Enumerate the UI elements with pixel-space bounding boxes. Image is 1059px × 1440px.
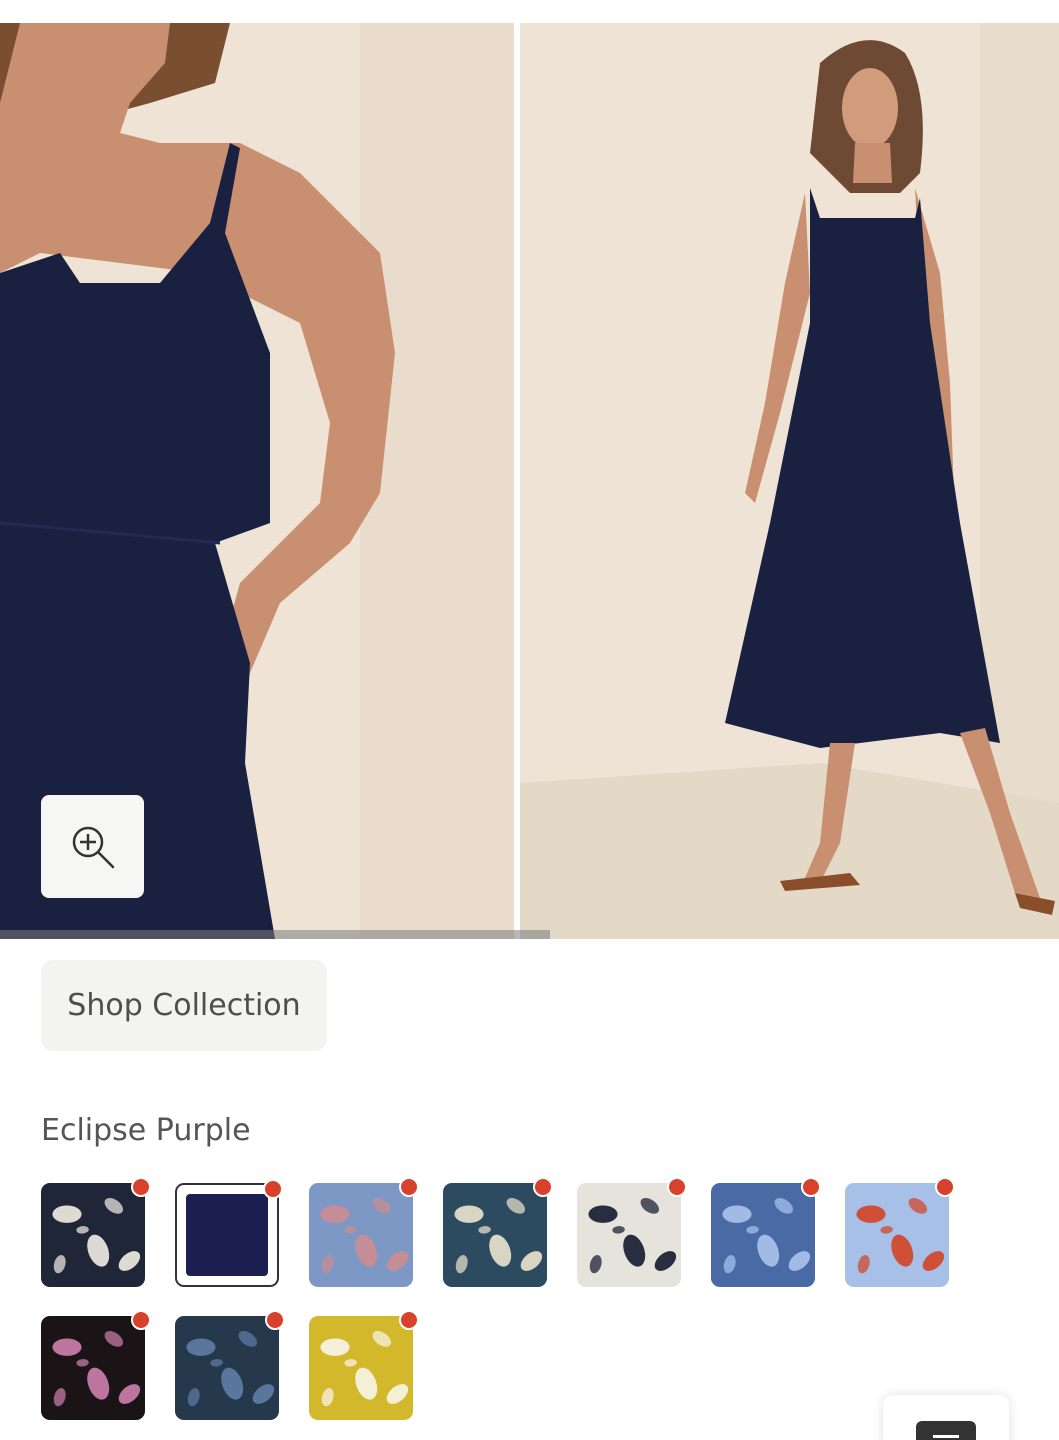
full-length-photo [520, 23, 1059, 939]
swatch-badge [935, 1177, 955, 1197]
swatch-badge [265, 1310, 285, 1330]
shop-collection-button[interactable]: Shop Collection [41, 960, 327, 1051]
product-image-gallery[interactable] [0, 23, 1059, 939]
swatch-badge [667, 1177, 687, 1197]
zoom-in-icon [72, 826, 114, 868]
swatch-pattern [309, 1316, 413, 1420]
color-swatch-citrine-leaf[interactable] [309, 1310, 419, 1420]
product-photo-full[interactable] [520, 23, 1059, 939]
swatch-pattern [41, 1316, 145, 1420]
swatch-pattern [711, 1183, 815, 1287]
swatch-pattern [175, 1316, 279, 1420]
swatch-badge [131, 1177, 151, 1197]
color-swatch-sky-floral[interactable] [845, 1177, 955, 1287]
swatch-badge [263, 1179, 283, 1199]
color-swatch-palm-leaf[interactable] [577, 1177, 687, 1287]
color-swatch-eclipse-purple[interactable] [175, 1179, 283, 1287]
swatch-badge [399, 1177, 419, 1197]
color-swatch-blue-ditsy[interactable] [711, 1177, 821, 1287]
selected-color-name: Eclipse Purple [41, 1113, 251, 1148]
swatch-badge [131, 1310, 151, 1330]
color-swatch-midnight-bloom[interactable] [175, 1310, 285, 1420]
zoom-button[interactable] [41, 795, 144, 898]
color-swatch-navy-floral[interactable] [41, 1177, 151, 1287]
swatch-badge [533, 1177, 553, 1197]
swatch-pattern [186, 1194, 268, 1276]
floating-menu-button[interactable] [883, 1395, 1009, 1440]
gallery-scrollbar[interactable] [0, 930, 550, 939]
swatch-badge [801, 1177, 821, 1197]
color-swatch-blue-rose[interactable] [309, 1177, 419, 1287]
swatch-pattern [577, 1183, 681, 1287]
color-swatch-teal-line-floral[interactable] [443, 1177, 553, 1287]
swatch-pattern [41, 1183, 145, 1287]
swatch-pattern [309, 1183, 413, 1287]
swatch-pattern [443, 1183, 547, 1287]
swatch-badge [399, 1310, 419, 1330]
swatch-pattern [845, 1183, 949, 1287]
color-swatch-black-floral[interactable] [41, 1310, 151, 1420]
